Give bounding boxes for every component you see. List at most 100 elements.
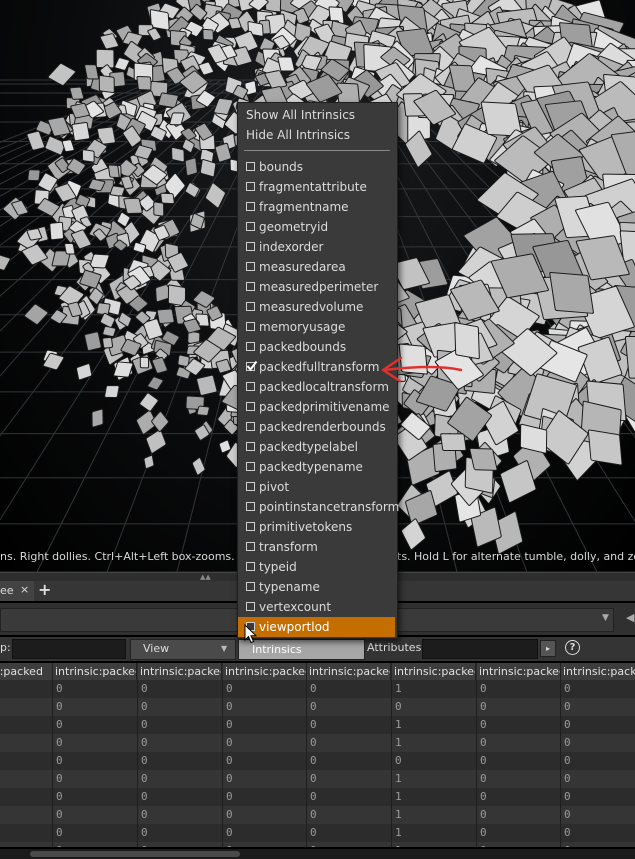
column-header[interactable]: intrinsic:packed <box>53 663 137 680</box>
table-cell[interactable]: 0 <box>307 770 317 788</box>
table-row[interactable] <box>0 752 635 770</box>
table-cell[interactable]: 0 <box>561 824 571 842</box>
table-cell[interactable]: 1 <box>392 788 402 806</box>
table-cell[interactable]: 0 <box>138 806 148 824</box>
table-cell[interactable]: 0 <box>561 680 571 698</box>
checkbox-icon[interactable] <box>246 542 255 551</box>
horizontal-scrollbar[interactable] <box>0 849 635 859</box>
checkbox-icon[interactable] <box>246 242 255 251</box>
checkbox-icon[interactable] <box>246 282 255 291</box>
checkbox-icon[interactable] <box>246 482 255 491</box>
table-cell[interactable]: 0 <box>561 752 571 770</box>
table-row[interactable] <box>0 680 635 698</box>
column-header[interactable]: intrinsic:packed <box>0 663 53 680</box>
group-filter-input[interactable] <box>12 639 126 659</box>
checkbox-icon[interactable] <box>246 162 255 171</box>
checkbox-icon[interactable] <box>246 222 255 231</box>
table-cell[interactable]: 0 <box>561 734 571 752</box>
table-cell[interactable]: 1 <box>392 806 402 824</box>
table-cell[interactable]: 0 <box>138 698 148 716</box>
checkbox-icon[interactable] <box>246 522 255 531</box>
table-cell[interactable]: 0 <box>53 698 63 716</box>
table-cell[interactable]: 0 <box>138 788 148 806</box>
column-header[interactable]: intrinsic:packed <box>477 663 561 680</box>
splitter-grip-icon[interactable]: ▲▲ <box>200 573 211 581</box>
table-cell[interactable]: 0 <box>223 788 233 806</box>
table-cell[interactable]: 1 <box>392 770 402 788</box>
menu-item-indexorder[interactable]: indexorder <box>238 237 395 257</box>
add-tab-icon[interactable]: + <box>38 580 51 599</box>
table-cell[interactable]: 0 <box>138 842 148 847</box>
path-dropdown-icon[interactable]: ▼ <box>602 613 609 623</box>
table-cell[interactable]: 0 <box>477 716 487 734</box>
table-cell[interactable]: 0 <box>53 788 63 806</box>
table-cell[interactable]: 0 <box>138 734 148 752</box>
table-cell[interactable]: 0 <box>477 842 487 847</box>
table-cell[interactable]: 0 <box>53 734 63 752</box>
table-cell[interactable]: 0 <box>307 680 317 698</box>
table-cell[interactable]: 0 <box>138 752 148 770</box>
table-cell[interactable]: 0 <box>561 806 571 824</box>
column-header[interactable]: intrinsic:packed <box>223 663 307 680</box>
menu-item-bounds[interactable]: bounds <box>238 157 395 177</box>
checkbox-icon[interactable] <box>246 442 255 451</box>
checkbox-icon[interactable] <box>246 462 255 471</box>
table-cell[interactable]: 0 <box>477 752 487 770</box>
attributes-menu-icon[interactable]: ▸ <box>540 640 556 657</box>
table-row[interactable] <box>0 770 635 788</box>
table-cell[interactable]: 1 <box>392 824 402 842</box>
table-cell[interactable]: 1 <box>392 842 402 847</box>
table-cell[interactable]: 0 <box>223 842 233 847</box>
checkbox-icon[interactable] <box>246 502 255 511</box>
checkbox-icon[interactable] <box>246 382 255 391</box>
table-cell[interactable]: 1 <box>392 680 402 698</box>
table-cell[interactable]: 0 <box>307 824 317 842</box>
menu-item-hide-all-intrinsics[interactable]: Hide All Intrinsics <box>238 125 395 145</box>
table-row[interactable] <box>0 806 635 824</box>
table-cell[interactable]: 0 <box>138 716 148 734</box>
table-cell[interactable]: 0 <box>53 824 63 842</box>
table-cell[interactable]: 0 <box>223 806 233 824</box>
menu-item-pivot[interactable]: pivot <box>238 477 395 497</box>
table-cell[interactable]: 0 <box>53 680 63 698</box>
table-row[interactable] <box>0 788 635 806</box>
menu-item-measuredvolume[interactable]: measuredvolume <box>238 297 395 317</box>
table-cell[interactable]: 0 <box>307 806 317 824</box>
checkbox-icon[interactable] <box>246 402 255 411</box>
table-row[interactable] <box>0 842 635 847</box>
menu-item-show-all-intrinsics[interactable]: Show All Intrinsics <box>238 105 395 125</box>
checkbox-icon[interactable] <box>246 602 255 611</box>
table-cell[interactable]: 0 <box>53 842 63 847</box>
table-cell[interactable]: 0 <box>138 770 148 788</box>
table-cell[interactable]: 0 <box>307 842 317 847</box>
menu-item-memoryusage[interactable]: memoryusage <box>238 317 395 337</box>
menu-item-primitivetokens[interactable]: primitivetokens <box>238 517 395 537</box>
view-menu-button[interactable]: View ▼ <box>130 639 236 660</box>
table-cell[interactable]: 0 <box>477 734 487 752</box>
column-header[interactable]: intrinsic:packed <box>307 663 391 680</box>
table-cell[interactable]: 0 <box>223 698 233 716</box>
table-cell[interactable]: 0 <box>561 698 571 716</box>
table-cell[interactable]: 0 <box>392 698 402 716</box>
table-cell[interactable]: 0 <box>477 770 487 788</box>
pane-arrow-icon[interactable]: ◀ <box>626 611 634 624</box>
column-header[interactable]: intrinsic:packed <box>561 663 635 680</box>
table-cell[interactable]: 0 <box>223 752 233 770</box>
table-cell[interactable]: 0 <box>561 842 571 847</box>
table-cell[interactable]: 0 <box>307 734 317 752</box>
table-cell[interactable]: 0 <box>138 824 148 842</box>
help-icon[interactable]: ? <box>565 640 580 655</box>
table-cell[interactable]: 0 <box>307 788 317 806</box>
table-cell[interactable]: 0 <box>477 806 487 824</box>
checkbox-icon[interactable] <box>246 322 255 331</box>
table-cell[interactable]: 0 <box>223 716 233 734</box>
table-cell[interactable]: 0 <box>53 716 63 734</box>
table-cell[interactable]: 0 <box>223 824 233 842</box>
menu-item-packedfulltransform[interactable]: packedfulltransform <box>238 357 395 377</box>
table-cell[interactable]: 0 <box>223 770 233 788</box>
menu-item-packedtypelabel[interactable]: packedtypelabel <box>238 437 395 457</box>
table-cell[interactable]: 0 <box>477 698 487 716</box>
menu-item-packedrenderbounds[interactable]: packedrenderbounds <box>238 417 395 437</box>
table-cell[interactable]: 0 <box>223 680 233 698</box>
menu-item-fragmentname[interactable]: fragmentname <box>238 197 395 217</box>
